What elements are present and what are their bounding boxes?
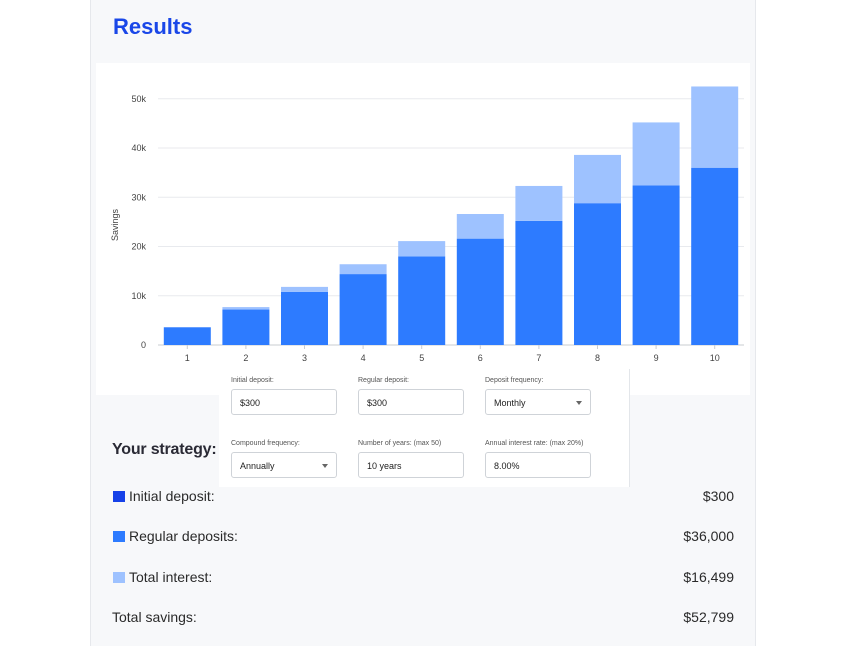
regular-deposits-swatch — [113, 531, 125, 542]
x-tick-label: 3 — [302, 353, 307, 363]
initial-deposit-label: Initial deposit: — [231, 377, 274, 384]
y-tick-label: 30k — [131, 192, 146, 202]
savings-chart-panel: 0 10k 20k 30k 40k 50k Savings 1 2 3 4 5 6 7 8 9 10 — [96, 63, 750, 395]
total-savings-summary: Total savings: $52,799 — [112, 609, 734, 629]
bar-total-interest — [456, 214, 504, 239]
y-tick-label: 50k — [131, 94, 146, 104]
bar-total-interest — [574, 154, 621, 204]
bar-regular-deposits — [691, 167, 739, 345]
regular-deposits-summary-value: $36,000 — [683, 528, 734, 544]
calculator-form: Initial deposit: $300 Regular deposit: $… — [219, 369, 630, 487]
regular-deposit-input[interactable]: $300 — [358, 389, 464, 415]
x-tick-label: 4 — [361, 353, 366, 363]
bar-total-interest — [398, 241, 446, 257]
bar-regular-deposits — [574, 203, 621, 345]
bar-total-interest — [222, 307, 270, 310]
initial-deposit-input[interactable]: $300 — [231, 389, 337, 415]
chevron-down-icon — [322, 464, 328, 468]
years-input[interactable]: 10 years — [358, 452, 464, 478]
bar-total-interest — [339, 264, 387, 275]
x-tick-label: 5 — [419, 353, 424, 363]
y-tick-label: 0 — [141, 340, 146, 350]
bar-regular-deposits — [515, 220, 563, 345]
compound-frequency-select[interactable]: Annually — [231, 452, 337, 478]
chevron-down-icon — [576, 401, 582, 405]
years-label: Number of years: (max 50) — [358, 440, 442, 447]
y-axis-label: Savings — [110, 208, 120, 241]
total-interest-swatch — [113, 572, 125, 583]
y-tick-label: 40k — [131, 143, 146, 153]
x-tick-label: 1 — [185, 353, 190, 363]
deposit-frequency-field: Deposit frequency: Monthly — [485, 377, 591, 415]
strategy-heading: Your strategy: — [112, 441, 217, 458]
bar-regular-deposits — [163, 327, 211, 345]
regular-deposit-label: Regular deposit: — [358, 377, 409, 384]
initial-deposit-summary-value: $300 — [702, 488, 734, 504]
deposit-frequency-value: Monthly — [494, 398, 526, 408]
bar-regular-deposits — [632, 185, 680, 345]
compound-frequency-value: Annually — [240, 461, 275, 471]
results-title: Results — [113, 14, 193, 39]
interest-rate-input[interactable]: 8.00% — [485, 452, 591, 478]
total-savings-summary-label: Total savings: — [112, 609, 197, 625]
x-tick-label: 9 — [654, 353, 659, 363]
bar-regular-deposits — [281, 291, 328, 345]
x-tick-label: 8 — [595, 353, 600, 363]
years-field: Number of years: (max 50) 10 years — [358, 440, 464, 478]
bar-regular-deposits — [222, 309, 270, 345]
initial-deposit-swatch — [113, 491, 125, 502]
compound-frequency-field: Compound frequency: Annually — [231, 440, 337, 478]
interest-rate-field: Annual interest rate: (max 20%) 8.00% — [485, 440, 591, 478]
regular-deposits-summary: Regular deposits: $36,000 — [112, 528, 734, 548]
bar-regular-deposits — [398, 256, 446, 345]
deposit-frequency-select[interactable]: Monthly — [485, 389, 591, 415]
x-tick-label: 10 — [710, 353, 720, 363]
y-tick-label: 10k — [131, 291, 146, 301]
x-tick-label: 2 — [243, 353, 248, 363]
x-tick-label: 7 — [536, 353, 541, 363]
total-interest-summary: Total interest: $16,499 — [112, 569, 734, 589]
initial-deposit-summary-label: Initial deposit: — [129, 488, 215, 504]
total-interest-summary-value: $16,499 — [683, 569, 734, 585]
bar-regular-deposits — [456, 238, 504, 345]
bar-total-interest — [515, 185, 563, 221]
x-tick-label: 6 — [478, 353, 483, 363]
regular-deposit-field: Regular deposit: $300 — [358, 377, 464, 415]
total-interest-summary-label: Total interest: — [129, 569, 213, 585]
compound-frequency-label: Compound frequency: — [231, 440, 300, 447]
bar-total-interest — [281, 286, 328, 292]
total-savings-summary-value: $52,799 — [683, 609, 734, 625]
bar-regular-deposits — [339, 274, 387, 345]
regular-deposits-summary-label: Regular deposits: — [129, 528, 238, 544]
bar-total-interest — [632, 122, 680, 186]
y-tick-label: 20k — [131, 242, 146, 252]
interest-rate-label: Annual interest rate: (max 20%) — [485, 440, 584, 447]
initial-deposit-summary: Initial deposit: $300 — [112, 488, 734, 508]
deposit-frequency-label: Deposit frequency: — [485, 377, 544, 384]
initial-deposit-field: Initial deposit: $300 — [231, 377, 337, 415]
results-card: Results 0 10k 20k 30k 40k 50k Savings 1 2 3 4 5 6 7 8 9… — [90, 0, 756, 646]
bar-total-interest — [691, 86, 739, 168]
savings-bar-chart: 0 10k 20k 30k 40k 50k Savings 1 2 3 4 5 6 7 8 9 10 — [110, 86, 744, 363]
